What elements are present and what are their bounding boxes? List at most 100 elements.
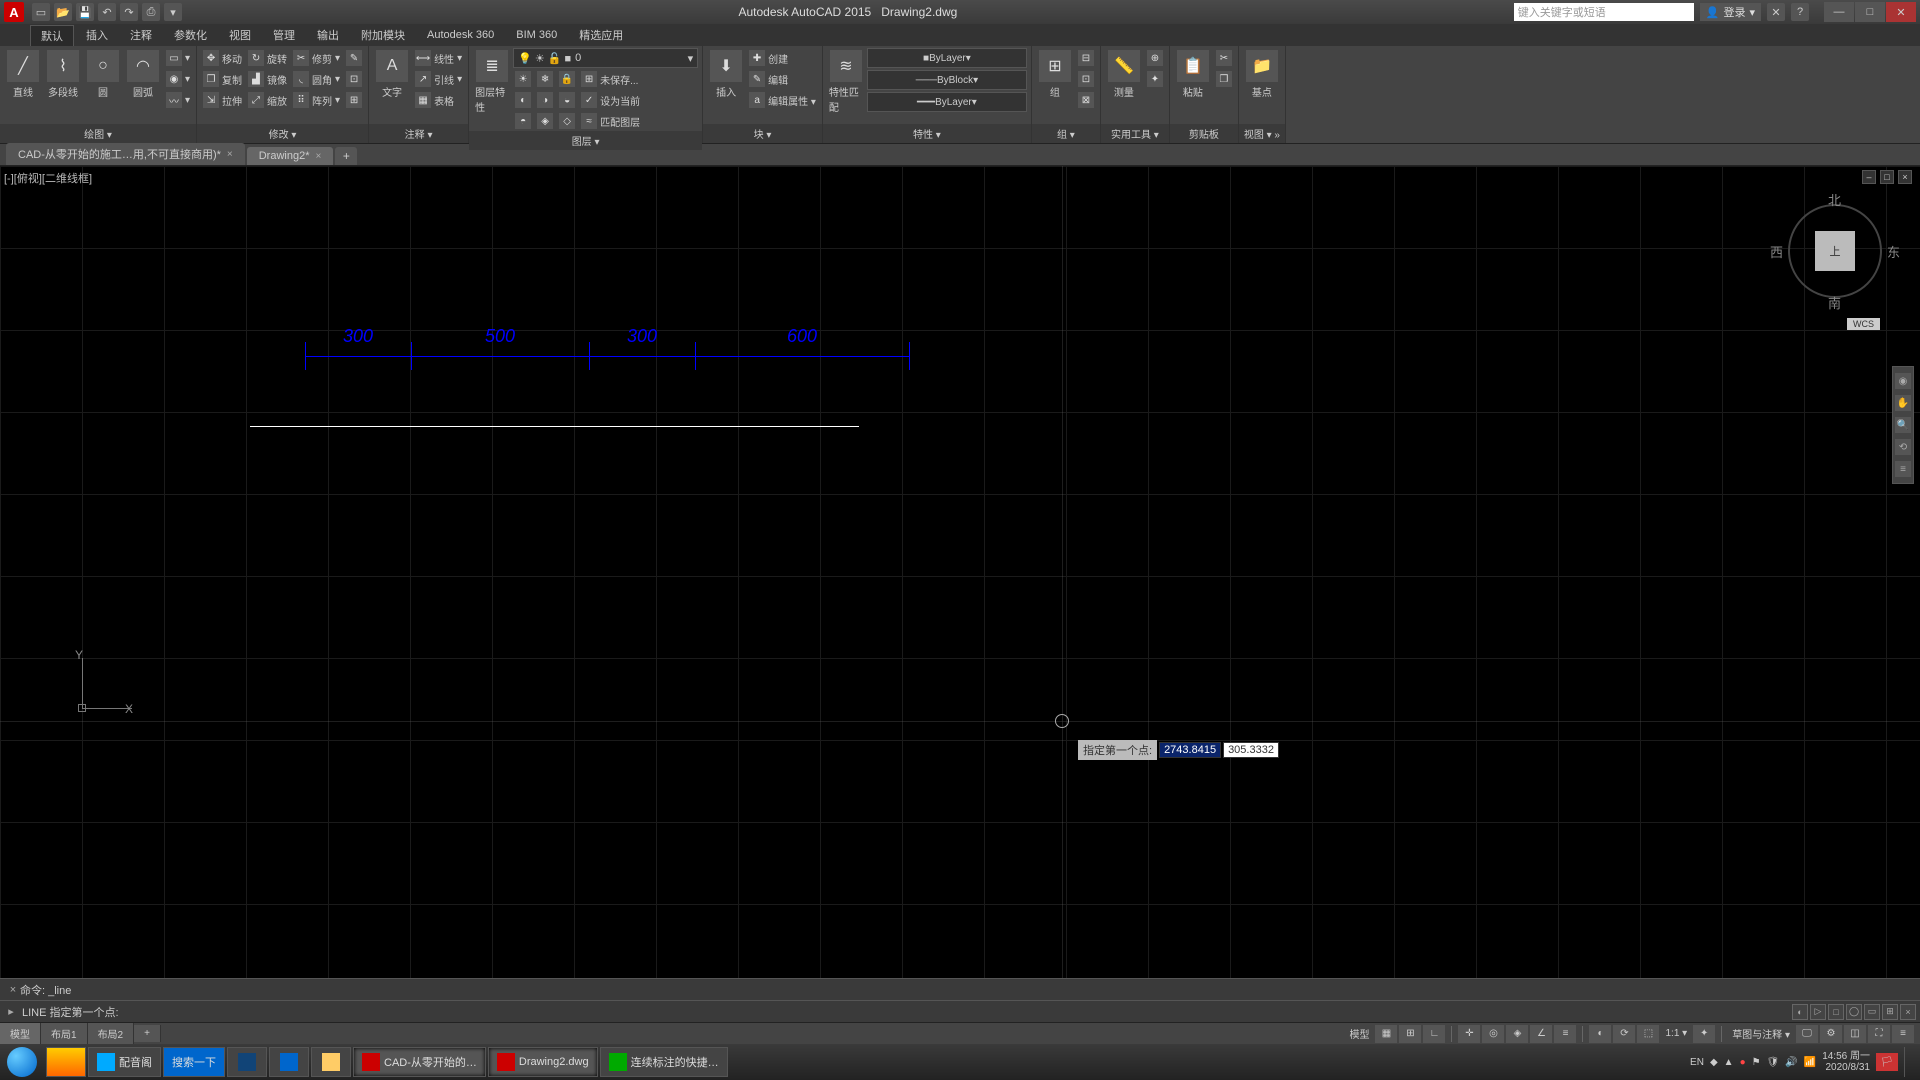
nav-pan-icon[interactable]: ✋ — [1895, 395, 1911, 411]
sb-anno-icon[interactable]: ✦ — [1693, 1025, 1715, 1043]
tab-bim360[interactable]: BIM 360 — [506, 27, 567, 43]
panel-title-annot[interactable]: 注释 ▾ — [369, 124, 468, 143]
taskbar-cad2[interactable]: Drawing2.dwg — [488, 1047, 598, 1077]
panel-title-util[interactable]: 实用工具 ▾ — [1101, 124, 1169, 143]
viewcube-west[interactable]: 西 — [1770, 242, 1783, 261]
tray-icon6[interactable]: 🔊 — [1785, 1057, 1797, 1068]
command-input[interactable]: LINE 指定第一个点: — [22, 1004, 119, 1020]
nav-orbit-icon[interactable]: ⟲ — [1895, 439, 1911, 455]
tab-annotate[interactable]: 注释 — [120, 25, 162, 45]
group-button[interactable]: ⊞组 — [1036, 48, 1074, 101]
dyn-x-input[interactable]: 2743.8415 — [1159, 742, 1221, 758]
tray-icon4[interactable]: ⚑ — [1752, 1057, 1761, 1068]
cmd-ico3[interactable]: □ — [1828, 1004, 1844, 1020]
stretch-button[interactable]: ⇲拉伸 — [201, 90, 244, 110]
insert-block-button[interactable]: ⬇插入 — [707, 48, 745, 101]
taskbar-chrome[interactable]: 连续标注的快捷… — [600, 1047, 728, 1077]
layer-btn3[interactable]: 🔒 — [557, 69, 577, 89]
draw-extra2[interactable]: ◉▾ — [164, 69, 192, 89]
sb-grid-icon[interactable]: ▦ — [1375, 1025, 1397, 1043]
layout1-tab[interactable]: 布局1 — [41, 1023, 88, 1044]
layer-btn5[interactable]: ◑ — [535, 90, 555, 110]
start-button[interactable] — [0, 1044, 44, 1080]
panel-title-group[interactable]: 组 ▾ — [1032, 124, 1100, 143]
tab-output[interactable]: 输出 — [307, 25, 349, 45]
cmd-toggle-icon[interactable]: ▸ — [4, 1005, 18, 1018]
sb-snap-icon[interactable]: ⊞ — [1399, 1025, 1421, 1043]
cmd-ico-close[interactable]: × — [1900, 1004, 1916, 1020]
cmd-ico2[interactable]: ▷ — [1810, 1004, 1826, 1020]
group-btn2[interactable]: ⊡ — [1076, 69, 1096, 89]
help-search-input[interactable]: 键入关键字或短语 — [1514, 3, 1694, 21]
qat-more-icon[interactable]: ▾ — [164, 3, 182, 21]
tab-featured[interactable]: 精选应用 — [569, 25, 633, 45]
close-button[interactable]: ✕ — [1886, 2, 1916, 22]
move-button[interactable]: ✥移动 — [201, 48, 244, 68]
tray-icon5[interactable]: 🛡 — [1767, 1057, 1780, 1068]
circle-button[interactable]: ○圆 — [84, 48, 122, 101]
layer-unsaved[interactable]: ⊞未保存... — [579, 69, 640, 89]
util-btn1[interactable]: ⊕ — [1145, 48, 1165, 68]
copy-clip-button[interactable]: ❐ — [1214, 69, 1234, 89]
util-btn2[interactable]: ✦ — [1145, 69, 1165, 89]
copy-button[interactable]: ❐复制 — [201, 69, 244, 89]
sb-clean-icon[interactable]: ⛶ — [1868, 1025, 1890, 1043]
sb-lwt-icon[interactable]: ≡ — [1554, 1025, 1576, 1043]
taskbar-explorer[interactable] — [311, 1047, 351, 1077]
array-button[interactable]: ⠿阵列 ▾ — [291, 90, 342, 110]
panel-title-prop[interactable]: 特性 ▾ — [823, 124, 1031, 143]
vp-min-icon[interactable]: – — [1862, 170, 1876, 184]
modify-extra3[interactable]: ⊞ — [344, 90, 364, 110]
sb-hw-icon[interactable]: ⚙ — [1820, 1025, 1842, 1043]
sb-model-space[interactable]: 模型 — [1345, 1026, 1373, 1041]
tray-network-icon[interactable]: 📶 — [1804, 1057, 1816, 1068]
tab-manage[interactable]: 管理 — [263, 25, 305, 45]
layer-dropdown[interactable]: 💡 ☀ 🔓 ■ 0▾ — [513, 48, 698, 68]
cmd-ico1[interactable]: ◐ — [1792, 1004, 1808, 1020]
add-tab-button[interactable]: + — [335, 147, 357, 165]
group-btn1[interactable]: ⊟ — [1076, 48, 1096, 68]
layout2-tab[interactable]: 布局2 — [88, 1023, 135, 1044]
tray-notif-icon[interactable]: 🏳 — [1876, 1053, 1898, 1071]
exchange-icon[interactable]: ✕ — [1767, 3, 1785, 21]
layer-btn8[interactable]: ◈ — [535, 111, 555, 131]
lineweight-dropdown[interactable]: ━━━ ByLayer ▾ — [867, 92, 1027, 112]
tab-default[interactable]: 默认 — [30, 25, 74, 46]
viewcube-east[interactable]: 东 — [1887, 242, 1900, 261]
modify-extra1[interactable]: ✎ — [344, 48, 364, 68]
edit-attr-button[interactable]: a编辑属性 ▾ — [747, 90, 818, 110]
cmd-ico5[interactable]: ▭ — [1864, 1004, 1880, 1020]
create-block-button[interactable]: ✚创建 — [747, 48, 818, 68]
tray-icon2[interactable]: ▲ — [1724, 1057, 1734, 1068]
match-props-button[interactable]: ≋特性匹配 — [827, 48, 865, 116]
vp-max-icon[interactable]: □ — [1880, 170, 1894, 184]
drawing-canvas[interactable]: [-][俯视][二维线框] – □ × 300500300600 Y X 上 北… — [0, 166, 1920, 978]
qat-undo-icon[interactable]: ↶ — [98, 3, 116, 21]
cut-button[interactable]: ✂ — [1214, 48, 1234, 68]
layer-btn1[interactable]: ☀ — [513, 69, 533, 89]
qat-redo-icon[interactable]: ↷ — [120, 3, 138, 21]
login-button[interactable]: 👤 登录 ▾ — [1700, 3, 1761, 21]
leader-button[interactable]: ↗引线 ▾ — [413, 69, 464, 89]
line-button[interactable]: ╱直线 — [4, 48, 42, 101]
panel-title-modify[interactable]: 修改 ▾ — [197, 124, 368, 143]
taskbar-ps[interactable] — [227, 1047, 267, 1077]
sb-cycling-icon[interactable]: ⟳ — [1613, 1025, 1635, 1043]
sb-dynucs-icon[interactable]: ⬚ — [1637, 1025, 1659, 1043]
qat-save-icon[interactable]: 💾 — [76, 3, 94, 21]
group-btn3[interactable]: ⊠ — [1076, 90, 1096, 110]
viewcube-top[interactable]: 上 — [1815, 231, 1855, 271]
modify-extra2[interactable]: ⊡ — [344, 69, 364, 89]
layer-btn4[interactable]: ◐ — [513, 90, 533, 110]
sb-isolate-icon[interactable]: ◫ — [1844, 1025, 1866, 1043]
sb-otrack-icon[interactable]: ∠ — [1530, 1025, 1552, 1043]
cmd-close-icon[interactable]: × — [6, 984, 20, 996]
rotate-button[interactable]: ↻旋转 — [246, 48, 289, 68]
paste-button[interactable]: 📋粘贴 — [1174, 48, 1212, 101]
file-tab-1[interactable]: CAD-从零开始的施工…用,不可直接商用)*× — [6, 143, 245, 165]
layer-setcurrent[interactable]: ✓设为当前 — [579, 90, 642, 110]
sb-monitor-icon[interactable]: 🖵 — [1796, 1025, 1818, 1043]
app-logo[interactable]: A — [4, 2, 24, 22]
layout-add-tab[interactable]: + — [134, 1025, 161, 1042]
qat-open-icon[interactable]: 📂 — [54, 3, 72, 21]
